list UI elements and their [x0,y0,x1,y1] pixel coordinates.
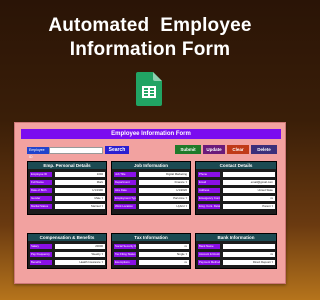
banner-title-line2: Information Form [69,39,231,60]
field-label: Employment Type [114,196,136,201]
field-label: Gender [30,196,52,201]
section-contact-details: Contact Details Phone Email email@gmail.… [195,161,277,215]
field-label: Exemptions [114,260,136,265]
clear-button[interactable]: Clear [227,145,249,154]
delete-button[interactable]: Delete [251,145,277,154]
full-name-field[interactable]: Mark [55,180,105,185]
emergency-contact-field[interactable]: xx [223,196,275,201]
field-label: Account & Routing Number [198,252,220,257]
account-routing-field[interactable]: xx [223,252,275,257]
bank-name-field[interactable] [223,244,275,249]
phone-field[interactable] [223,172,275,177]
field-label: Salary [30,244,52,249]
emergency-relationship-select[interactable]: Parent [223,204,275,209]
employee-id-label: Employee ID [27,147,49,159]
field-label: Work Location [114,204,136,209]
section-compensation-benefits: Compensation & Benefits Salary 20000 Pay… [27,233,107,269]
field-label: Department [114,180,136,185]
field-label: Tax Filing Status [114,252,136,257]
work-location-select[interactable]: Hybrid [139,204,189,209]
gender-select[interactable]: Male [55,196,105,201]
exemptions-field[interactable]: xx [139,260,189,265]
field-label: Pay Frequency [30,252,52,257]
google-sheets-icon [136,72,162,106]
employee-id-field[interactable]: 1004 [55,172,105,177]
job-title-field[interactable]: Digital Marketing [139,172,189,177]
address-field[interactable]: United State [223,188,275,193]
section-job-information: Job Information Job Title Digital Market… [111,161,191,215]
field-label: Phone [198,172,220,177]
form-title: Employee Information Form [21,129,281,139]
field-label: Job Title [114,172,136,177]
banner-title-line1: Automated Employee [48,15,252,36]
field-label: Marital Status [30,204,52,209]
payment-method-select[interactable]: Direct Deposit [223,260,275,265]
section-title: Emp. Personal Details [28,162,106,169]
field-label: Payment Method [198,260,220,265]
section-title: Bank Information [196,234,276,241]
section-bank-information: Bank Information Bank Name Account & Rou… [195,233,277,269]
field-label: Benefits [30,260,52,265]
hire-date-field[interactable]: 1/1/2020 [139,188,189,193]
tax-filing-status-select[interactable]: Single [139,252,189,257]
field-label: Hire Date [114,188,136,193]
section-title: Tax Information [112,234,190,241]
field-label: Full Name [30,180,52,185]
department-select[interactable]: Finance [139,180,189,185]
dob-field[interactable]: 1/1/1990 [55,188,105,193]
search-button[interactable]: Search [105,146,129,154]
field-label: Address [198,188,220,193]
employment-type-select[interactable]: Part-time [139,196,189,201]
field-label: Email [198,180,220,185]
section-tax-information: Tax Information Social Security Number (… [111,233,191,269]
field-label: Emergency Contact [198,196,220,201]
employee-id-input[interactable] [49,147,103,154]
marital-status-select[interactable]: Married [55,204,105,209]
submit-button[interactable]: Submit [175,145,201,154]
section-title: Contact Details [196,162,276,169]
pay-frequency-select[interactable]: Weekly [55,252,105,257]
banner-title: Automated Employee Information Form [0,14,300,62]
field-label: Emg. Cont. Relationship [198,204,220,209]
update-button[interactable]: Update [203,145,225,154]
salary-field[interactable]: 20000 [55,244,105,249]
ssn-field[interactable]: xx [139,244,189,249]
benefits-select[interactable]: Health Insurance [55,260,105,265]
field-label: Employee ID [30,172,52,177]
employee-form: Employee Information Form Employee ID Se… [14,122,286,284]
section-title: Compensation & Benefits [28,234,106,241]
field-label: Social Security Number (SSN) [114,244,136,249]
field-label: Bank Name [198,244,220,249]
section-title: Job Information [112,162,190,169]
email-field[interactable]: email@gmail.com [223,180,275,185]
field-label: Date of Birth [30,188,52,193]
section-personal-details: Emp. Personal Details Employee ID 1004 F… [27,161,107,215]
